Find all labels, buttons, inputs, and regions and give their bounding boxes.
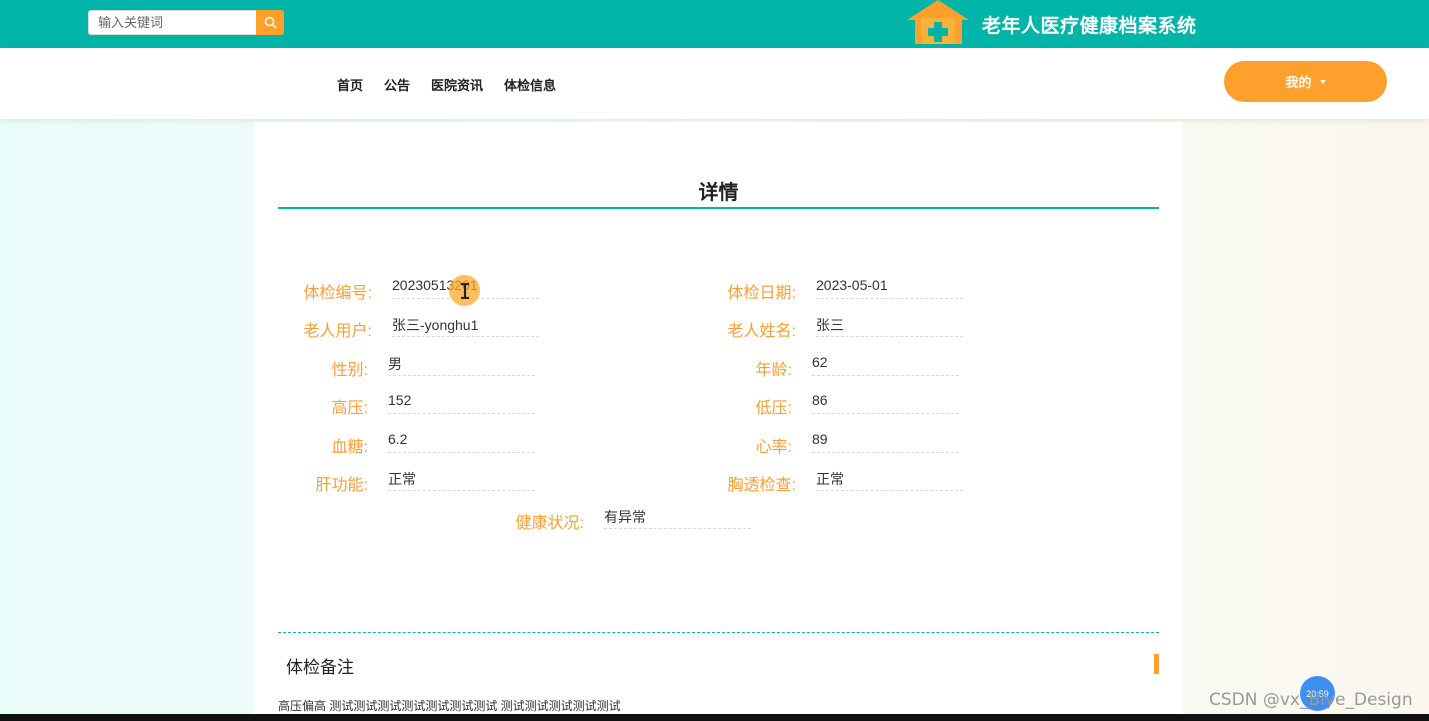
field-label: 健康状况:: [515, 515, 584, 532]
field-value: 6.2: [388, 429, 535, 453]
top-bar: 老年人医疗健康档案系统: [0, 0, 1429, 48]
field-value: 89: [812, 429, 959, 453]
main-nav: 首页 公告 医院资讯 体检信息: [337, 75, 556, 94]
field-label: 体检日期:: [727, 285, 796, 302]
my-menu-button[interactable]: 我的: [1224, 61, 1387, 102]
detail-panel: 详情 体检编号: 20230513201 老人用户: 张三-yonghu1 性别…: [254, 122, 1183, 721]
field-label: 年龄:: [755, 362, 792, 379]
section-divider: [278, 632, 1159, 633]
field-label: 体检编号:: [303, 285, 372, 302]
notes-accent-bar: [1154, 654, 1159, 674]
field-label: 老人用户:: [303, 323, 372, 340]
caret-down-icon: [1319, 79, 1326, 84]
nav-item-exam-info[interactable]: 体检信息: [504, 75, 556, 94]
field-value: 62: [812, 352, 959, 376]
bottom-edge-bar: [0, 714, 1429, 721]
field-value: 152: [388, 390, 535, 414]
my-menu-label: 我的: [1285, 75, 1312, 90]
field-value: 张三-yonghu1: [392, 313, 539, 337]
notes-title: 体检备注: [286, 658, 354, 677]
nav-item-notice[interactable]: 公告: [384, 75, 410, 94]
field-label: 低压:: [755, 400, 792, 417]
field-value: 男: [388, 352, 535, 376]
field-value: 86: [812, 390, 959, 414]
search-button[interactable]: [256, 10, 284, 35]
notes-text: 高压偏高 测试测试测试测试测试测试测试 测试测试测试测试测试: [278, 699, 621, 713]
field-value: 正常: [816, 467, 963, 491]
field-label: 老人姓名:: [727, 323, 796, 340]
search-box: [88, 10, 284, 35]
site-title: 老年人医疗健康档案系统: [982, 16, 1197, 37]
nav-item-home[interactable]: 首页: [337, 75, 363, 94]
field-value: 2023-05-01: [816, 275, 963, 299]
nav-bar: 首页 公告 医院资讯 体检信息 我的: [0, 48, 1429, 119]
field-label: 性别:: [331, 362, 368, 379]
field-label: 血糖:: [331, 439, 368, 456]
field-label: 高压:: [331, 400, 368, 417]
nav-item-hospital-news[interactable]: 医院资讯: [431, 75, 483, 94]
field-value: 正常: [388, 467, 535, 491]
field-label: 肝功能:: [315, 477, 368, 494]
title-divider: [278, 207, 1159, 209]
text-cursor-icon: [449, 275, 480, 306]
search-input[interactable]: [88, 10, 256, 35]
logo-icon: [907, 0, 969, 44]
field-value: 张三: [816, 313, 963, 337]
i-beam-icon: [460, 282, 469, 299]
page-title: 详情: [698, 182, 739, 204]
search-icon: [264, 16, 276, 29]
field-label: 胸透检查:: [727, 477, 796, 494]
field-value: 有异常: [604, 505, 751, 529]
field-label: 心率:: [755, 439, 792, 456]
watermark: CSDN @vx_Biye_Design: [1209, 690, 1413, 710]
